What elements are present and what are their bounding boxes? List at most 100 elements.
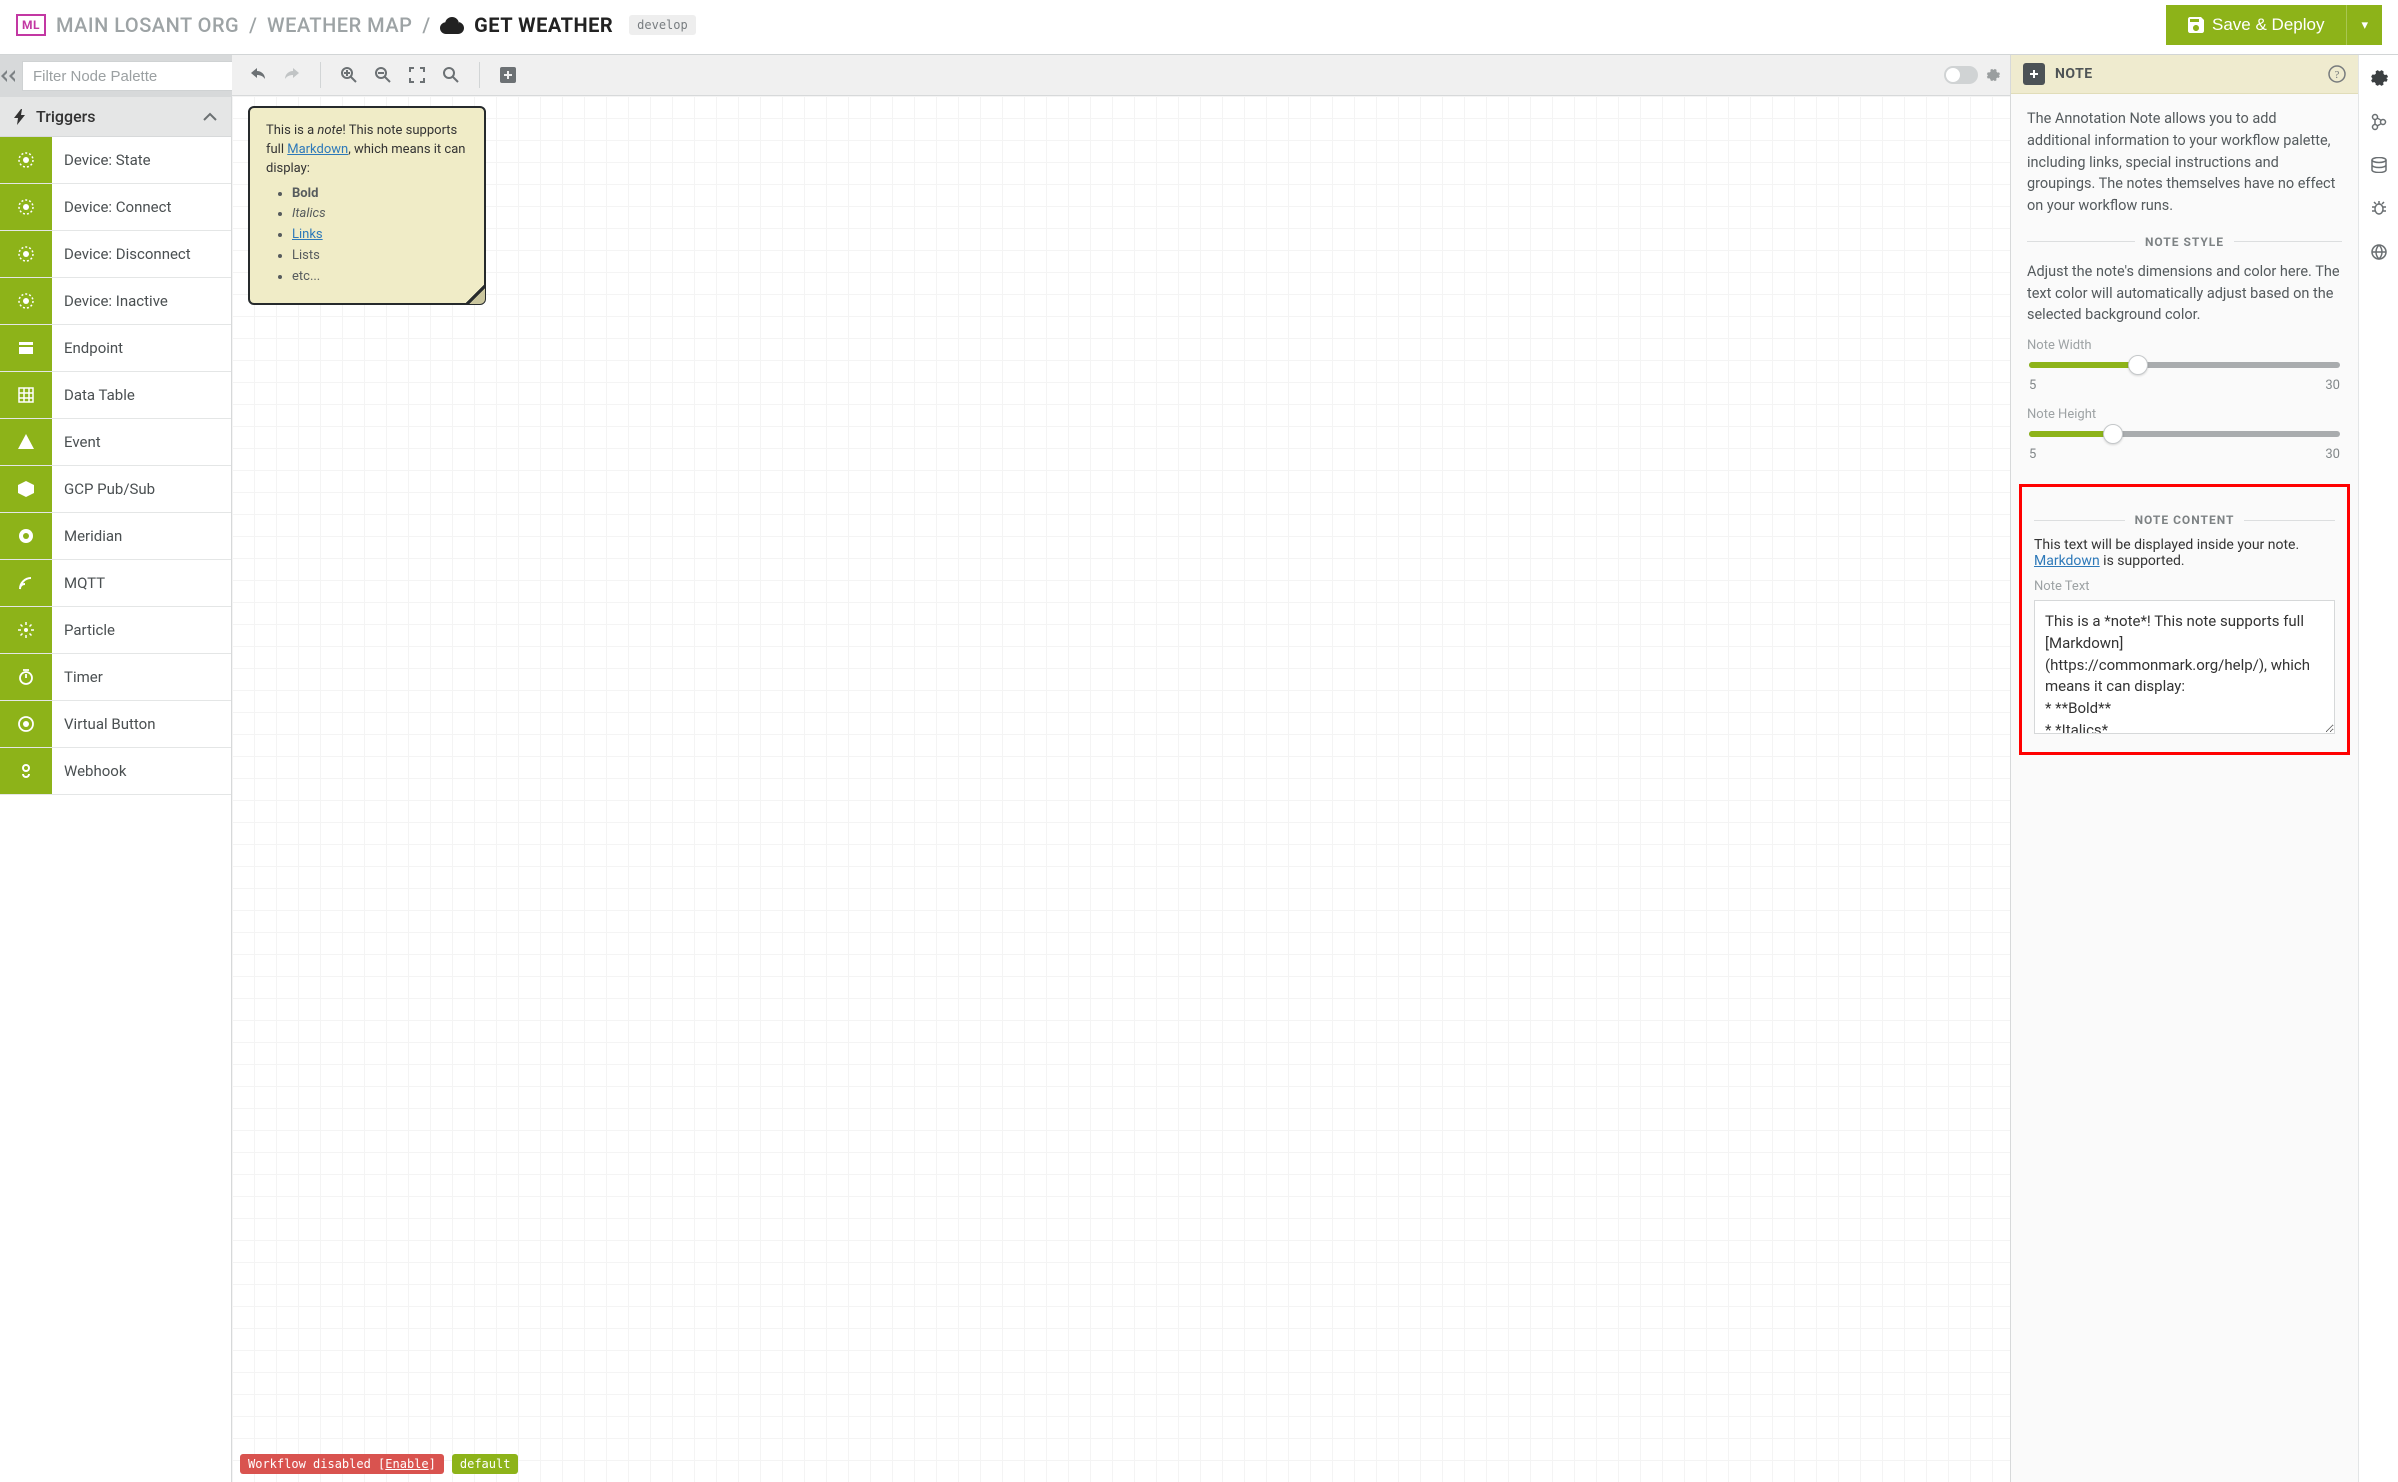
settings-icon[interactable] [2370,69,2388,87]
right-icon-rail [2358,55,2398,1482]
note-width-label: Note Width [2027,336,2342,356]
breadcrumb-org[interactable]: MAIN LOSANT ORG [56,13,239,37]
note-bullet-links[interactable]: Links [292,227,323,242]
palette-item-icon [0,513,52,559]
double-chevron-left-icon [0,70,16,82]
palette-item[interactable]: Timer [0,654,231,701]
deploy-caret-button[interactable]: ▾ [2346,5,2382,45]
note-text-label: Note Text [2034,579,2335,594]
note-width-slider[interactable]: 530 [2027,362,2342,396]
toolbar-divider [320,62,321,88]
palette-item-label: Webhook [52,748,231,794]
palette-item[interactable]: Event [0,419,231,466]
zoom-out-button[interactable] [367,61,399,89]
redo-button[interactable] [276,61,308,89]
properties-header: NOTE ? [2011,55,2358,94]
palette-item-icon [0,560,52,606]
palette-item[interactable]: Virtual Button [0,701,231,748]
note-text-input[interactable] [2034,600,2335,734]
palette-item[interactable]: Meridian [0,513,231,560]
palette-item[interactable]: Webhook [0,748,231,795]
enable-link[interactable]: Enable [385,1457,428,1471]
palette-item-label: Device: Inactive [52,278,231,324]
deploy-group: Save & Deploy ▾ [2166,5,2382,45]
properties-body: The Annotation Note allows you to add ad… [2011,94,2358,478]
palette-item-icon [0,325,52,371]
note-bullet-etc: etc... [292,268,468,287]
palette-group-label: Triggers [36,107,96,126]
debug-toggle[interactable] [1944,66,1978,84]
palette-group-triggers[interactable]: Triggers [0,97,231,137]
palette-item-label: Virtual Button [52,701,231,747]
versions-icon[interactable] [2371,113,2387,131]
palette-item[interactable]: Device: Inactive [0,278,231,325]
add-node-button[interactable] [492,61,524,89]
note-height-slider[interactable]: 530 [2027,431,2342,465]
palette-item-label: Particle [52,607,231,653]
branch-tag: develop [629,15,696,35]
debug-icon[interactable] [2370,199,2388,217]
palette-item[interactable]: Data Table [0,372,231,419]
note-bullet-bold: Bold [292,186,318,201]
note-content-description: This text will be displayed inside your … [2034,537,2335,569]
globe-icon[interactable] [2370,243,2388,261]
markdown-help-link[interactable]: Markdown [2034,553,2100,569]
search-canvas-button[interactable] [435,61,467,89]
save-deploy-button[interactable]: Save & Deploy [2166,5,2346,45]
note-bullet-italics: Italics [292,206,326,221]
note-style-description: Adjust the note's dimensions and color h… [2027,261,2342,326]
palette-item-icon [0,701,52,747]
breadcrumb-sep: / [249,13,257,37]
palette-item-label: Timer [52,654,231,700]
zoom-out-icon [375,67,391,83]
properties-title: NOTE [2055,66,2093,82]
palette-item-label: Event [52,419,231,465]
palette-item[interactable]: Device: Disconnect [0,231,231,278]
note-height-label: Note Height [2027,405,2342,425]
palette-item[interactable]: Endpoint [0,325,231,372]
org-logo: ML [16,14,46,36]
default-chip: default [452,1454,519,1474]
palette-item-icon [0,607,52,653]
palette-item-icon [0,137,52,183]
expand-icon [409,67,425,83]
palette-collapse-button[interactable] [0,62,16,90]
breadcrumb-workflow[interactable]: GET WEATHER [474,13,613,37]
redo-icon [283,68,301,82]
top-bar: ML MAIN LOSANT ORG / WEATHER MAP / GET W… [0,0,2398,54]
storage-icon[interactable] [2370,157,2388,173]
breadcrumb-app[interactable]: WEATHER MAP [267,13,412,37]
note-bullet-list: Bold Italics Links Lists etc... [292,185,468,287]
palette-item-label: Endpoint [52,325,231,371]
breadcrumb: MAIN LOSANT ORG / WEATHER MAP / GET WEAT… [56,13,696,37]
caret-down-icon: ▾ [2361,17,2368,32]
search-icon [443,67,459,83]
help-icon[interactable]: ? [2328,65,2346,83]
palette-item-icon [0,278,52,324]
palette-item-icon [0,372,52,418]
slider-min: 5 [2029,445,2036,465]
palette-item[interactable]: Particle [0,607,231,654]
note-bullet-lists: Lists [292,247,468,266]
palette-item[interactable]: Device: Connect [0,184,231,231]
palette-item-label: Data Table [52,372,231,418]
workflow-canvas[interactable]: This is a note! This note supports full … [232,96,2010,1482]
undo-button[interactable] [242,61,274,89]
palette-item[interactable]: GCP Pub/Sub [0,466,231,513]
bolt-icon [14,109,26,125]
palette-item[interactable]: MQTT [0,560,231,607]
palette-item[interactable]: Device: State [0,137,231,184]
palette-list: Device: StateDevice: ConnectDevice: Disc… [0,137,231,1482]
palette-filter-input[interactable] [22,61,243,91]
save-deploy-label: Save & Deploy [2212,15,2324,35]
note-text-emph: note [317,123,342,138]
note-markdown-link[interactable]: Markdown [287,142,348,157]
workflow-disabled-chip: Workflow disabled [Enable] [240,1454,444,1474]
gear-icon[interactable] [1986,68,2000,82]
annotation-note[interactable]: This is a note! This note supports full … [248,106,486,305]
zoom-in-button[interactable] [333,61,365,89]
palette-item-icon [0,748,52,794]
palette-item-label: Device: Connect [52,184,231,230]
plus-box-icon [500,67,516,83]
fit-button[interactable] [401,61,433,89]
